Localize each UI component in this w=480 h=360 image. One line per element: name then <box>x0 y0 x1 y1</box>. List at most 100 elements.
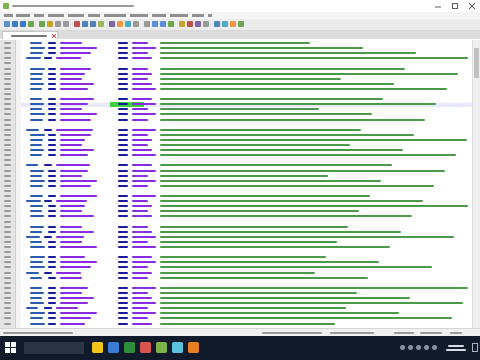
code-comment <box>160 52 416 55</box>
code-token <box>60 240 82 243</box>
toolbar-button[interactable] <box>152 21 158 27</box>
code-token <box>132 164 152 167</box>
menu-item[interactable] <box>152 14 166 17</box>
code-token <box>60 138 85 141</box>
menu-item[interactable] <box>104 14 126 17</box>
code-comment <box>160 210 359 213</box>
toolbar-button[interactable] <box>133 21 139 27</box>
code-token <box>60 52 91 55</box>
code-token <box>132 52 148 55</box>
code-token <box>30 225 44 228</box>
toolbar-button[interactable] <box>230 21 236 27</box>
code-token <box>60 169 88 172</box>
toolbar-button[interactable] <box>214 21 220 27</box>
taskbar-app-icon[interactable] <box>92 342 103 353</box>
menu-item[interactable] <box>68 14 84 17</box>
code-token <box>118 47 128 50</box>
code-token <box>48 42 56 44</box>
code-token <box>132 235 156 238</box>
code-token <box>48 297 56 299</box>
taskbar-app-icon[interactable] <box>156 342 167 353</box>
menu-item[interactable] <box>208 14 212 17</box>
editor-area[interactable] <box>0 40 480 328</box>
code-token <box>60 174 82 177</box>
tray-icon[interactable] <box>432 345 437 350</box>
code-token <box>118 246 128 248</box>
toolbar-button[interactable] <box>4 21 10 27</box>
toolbar-button[interactable] <box>160 21 166 27</box>
taskbar-app-icon[interactable] <box>108 342 119 353</box>
toolbar-button[interactable] <box>55 21 61 27</box>
code-token <box>44 57 52 60</box>
code-token <box>118 210 128 213</box>
toolbar-button[interactable] <box>12 21 18 27</box>
taskbar-app-icon[interactable] <box>124 342 135 353</box>
code-comment <box>160 113 372 116</box>
toolbar-button[interactable] <box>125 21 131 27</box>
tray-icon[interactable] <box>408 345 413 350</box>
scrollbar-thumb[interactable] <box>474 48 479 78</box>
toolbar-button[interactable] <box>144 21 150 27</box>
code-token <box>60 205 85 208</box>
minimize-icon <box>435 6 441 8</box>
toolbar-button[interactable] <box>222 21 228 27</box>
code-token <box>30 205 43 208</box>
tab-active-file[interactable] <box>2 31 58 39</box>
menu-item[interactable] <box>130 14 148 17</box>
code-token <box>30 230 42 233</box>
menu-item[interactable] <box>48 14 64 17</box>
toolbar-button[interactable] <box>28 21 34 27</box>
code-token <box>132 174 148 177</box>
taskbar-app-icon[interactable] <box>172 342 183 353</box>
code-token <box>48 87 56 90</box>
menu-item[interactable] <box>170 14 188 17</box>
menu-item[interactable] <box>16 14 30 17</box>
toolbar-button[interactable] <box>82 21 88 27</box>
status-insert-mode <box>450 332 462 334</box>
notification-center-icon[interactable] <box>472 343 478 352</box>
close-button[interactable] <box>464 0 480 12</box>
code-token <box>118 230 128 233</box>
toolbar-button[interactable] <box>109 21 115 27</box>
code-comment <box>160 240 337 243</box>
menu-item[interactable] <box>192 14 204 17</box>
toolbar-button[interactable] <box>168 21 174 27</box>
menu-item[interactable] <box>34 14 44 17</box>
toolbar-button[interactable] <box>98 21 104 27</box>
minimize-button[interactable] <box>430 0 446 12</box>
code-token <box>30 266 45 269</box>
menu-item[interactable] <box>88 14 100 17</box>
vertical-scrollbar[interactable] <box>472 40 480 328</box>
taskbar-clock[interactable] <box>446 342 468 354</box>
code-token <box>48 286 56 289</box>
toolbar-button[interactable] <box>238 21 244 27</box>
code-token <box>48 67 56 70</box>
tray-icon[interactable] <box>424 345 429 350</box>
code-token <box>26 164 38 167</box>
maximize-button[interactable] <box>447 0 463 12</box>
tray-icon[interactable] <box>400 345 405 350</box>
toolbar-button[interactable] <box>90 21 96 27</box>
tab-close-icon[interactable] <box>52 34 56 38</box>
toolbar-button[interactable] <box>39 21 45 27</box>
code-token <box>118 225 128 228</box>
code-token <box>132 113 156 116</box>
tray-icon[interactable] <box>416 345 421 350</box>
toolbar-button[interactable] <box>47 21 53 27</box>
menu-item[interactable] <box>4 14 13 17</box>
code-comment <box>160 108 319 111</box>
code-token <box>118 138 128 141</box>
toolbar-button[interactable] <box>179 21 185 27</box>
taskbar-app-icon[interactable] <box>140 342 151 353</box>
toolbar-button[interactable] <box>63 21 69 27</box>
toolbar-button[interactable] <box>203 21 209 27</box>
toolbar-button[interactable] <box>195 21 201 27</box>
toolbar-button[interactable] <box>74 21 80 27</box>
code-token <box>30 144 42 146</box>
toolbar-button[interactable] <box>187 21 193 27</box>
taskbar-app-icon[interactable] <box>188 342 199 353</box>
toolbar-button[interactable] <box>20 21 26 27</box>
line-number <box>4 103 11 106</box>
toolbar-button[interactable] <box>117 21 123 27</box>
code-token <box>48 52 56 55</box>
